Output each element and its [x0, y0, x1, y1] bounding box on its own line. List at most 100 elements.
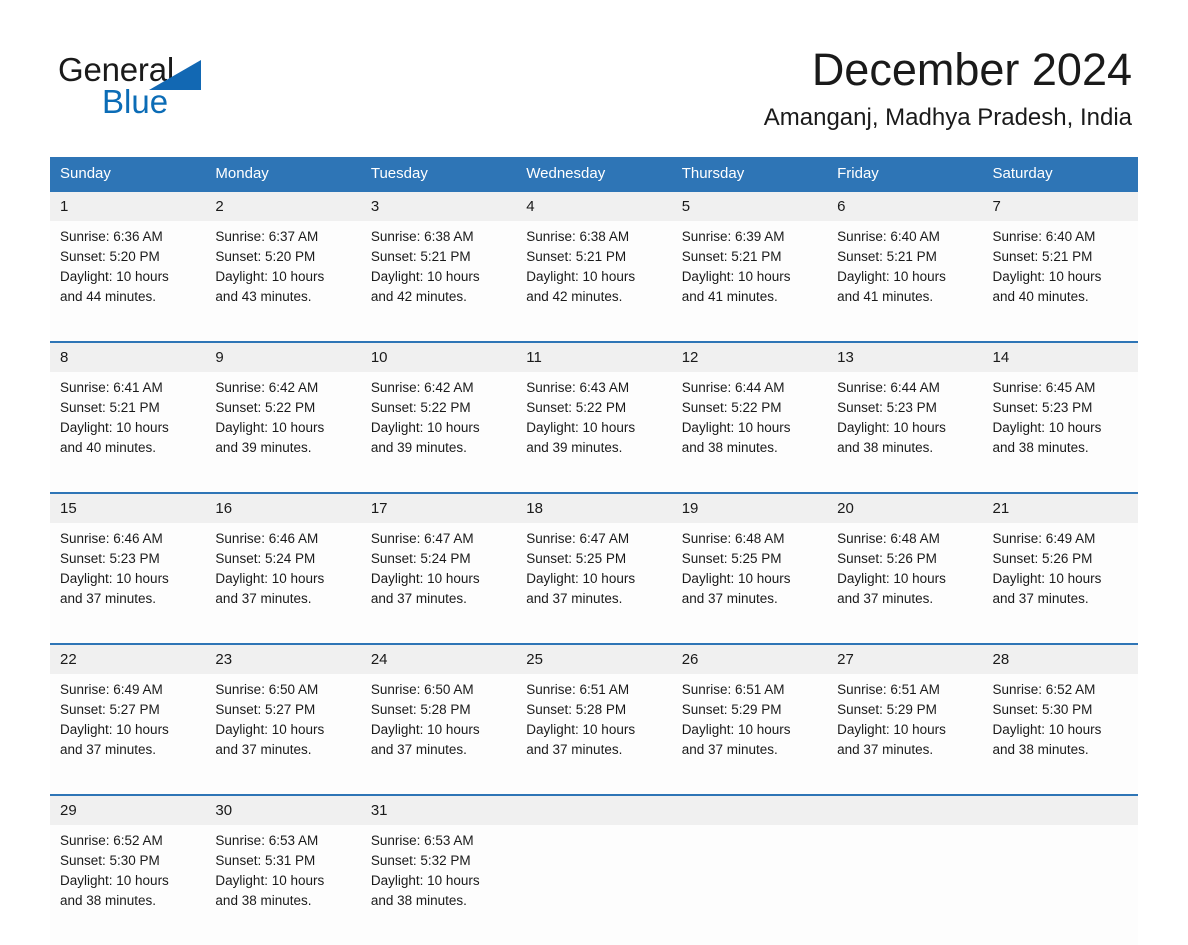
day-details-empty: [827, 825, 983, 945]
day-number[interactable]: 24: [360, 644, 517, 674]
daylight-text-line2: and 37 minutes.: [681, 742, 778, 757]
day-number[interactable]: 28: [982, 644, 1138, 674]
day-details: Sunrise: 6:48 AM Sunset: 5:26 PM Dayligh…: [827, 523, 983, 644]
day-number[interactable]: 11: [516, 342, 672, 372]
sunset-text: Sunset: 5:32 PM: [370, 853, 471, 868]
day-number[interactable]: 31: [360, 795, 517, 825]
sunrise-text: Sunrise: 6:51 AM: [526, 682, 630, 697]
day-number[interactable]: 12: [671, 342, 828, 372]
daylight-text-line1: Daylight: 10 hours: [992, 420, 1102, 435]
day-number[interactable]: 23: [205, 644, 361, 674]
sunset-text: Sunset: 5:25 PM: [681, 551, 782, 566]
day-number[interactable]: 18: [516, 493, 672, 523]
sunset-text: Sunset: 5:22 PM: [370, 400, 471, 415]
day-details: Sunrise: 6:38 AM Sunset: 5:21 PM Dayligh…: [360, 221, 517, 342]
sunrise-text: Sunrise: 6:50 AM: [370, 682, 474, 697]
sunset-text: Sunset: 5:22 PM: [681, 400, 782, 415]
sunrise-text: Sunrise: 6:46 AM: [215, 531, 319, 546]
day-number[interactable]: 13: [827, 342, 983, 372]
daylight-text-line2: and 37 minutes.: [60, 742, 157, 757]
day-details: Sunrise: 6:50 AM Sunset: 5:27 PM Dayligh…: [205, 674, 361, 795]
sunset-text: Sunset: 5:29 PM: [837, 702, 937, 717]
sunset-text: Sunset: 5:24 PM: [370, 551, 471, 566]
location-subtitle: Amanganj, Madhya Pradesh, India: [763, 104, 1132, 131]
day-details: Sunrise: 6:40 AM Sunset: 5:21 PM Dayligh…: [827, 221, 983, 342]
day-number[interactable]: 30: [205, 795, 361, 825]
day-number[interactable]: 16: [205, 493, 361, 523]
daylight-text-line1: Daylight: 10 hours: [526, 571, 636, 586]
sunrise-text: Sunrise: 6:47 AM: [526, 531, 630, 546]
sunrise-text: Sunrise: 6:42 AM: [370, 380, 474, 395]
day-number[interactable]: 4: [516, 191, 672, 221]
daylight-text-line2: and 42 minutes.: [526, 289, 623, 304]
daylight-text-line2: and 37 minutes.: [681, 591, 778, 606]
day-number[interactable]: 7: [982, 191, 1138, 221]
sunset-text: Sunset: 5:21 PM: [681, 249, 782, 264]
day-number[interactable]: 10: [360, 342, 517, 372]
daylight-text-line1: Daylight: 10 hours: [837, 269, 946, 284]
day-number[interactable]: 17: [360, 493, 517, 523]
sunset-text: Sunset: 5:28 PM: [370, 702, 471, 717]
day-number[interactable]: 19: [671, 493, 828, 523]
daylight-text-line2: and 37 minutes.: [215, 591, 312, 606]
daylight-text-line1: Daylight: 10 hours: [370, 571, 480, 586]
week-row-daynumbers: 15 16 17 18 19 20 21: [50, 493, 1138, 523]
daylight-text-line2: and 37 minutes.: [215, 742, 312, 757]
day-number[interactable]: 5: [671, 191, 828, 221]
sunset-text: Sunset: 5:21 PM: [837, 249, 937, 264]
day-number-empty: [827, 795, 983, 825]
sunrise-text: Sunrise: 6:45 AM: [992, 380, 1096, 395]
sunset-text: Sunset: 5:22 PM: [526, 400, 627, 415]
daylight-text-line1: Daylight: 10 hours: [370, 722, 480, 737]
week-row-daynumbers: 22 23 24 25 26 27 28: [50, 644, 1138, 674]
daylight-text-line1: Daylight: 10 hours: [370, 269, 480, 284]
weekday-header-thursday: Thursday: [671, 157, 828, 191]
sunrise-text: Sunrise: 6:53 AM: [215, 833, 319, 848]
day-number[interactable]: 1: [50, 191, 206, 221]
sunrise-text: Sunrise: 6:44 AM: [837, 380, 940, 395]
day-number[interactable]: 21: [982, 493, 1138, 523]
daylight-text-line2: and 38 minutes.: [992, 742, 1089, 757]
day-details: Sunrise: 6:52 AM Sunset: 5:30 PM Dayligh…: [50, 825, 206, 945]
day-number[interactable]: 8: [50, 342, 206, 372]
day-details: Sunrise: 6:48 AM Sunset: 5:25 PM Dayligh…: [671, 523, 828, 644]
general-blue-logo: General Blue: [58, 52, 358, 124]
day-number[interactable]: 3: [360, 191, 517, 221]
sunrise-text: Sunrise: 6:48 AM: [681, 531, 785, 546]
day-number[interactable]: 26: [671, 644, 828, 674]
weekday-header-friday: Friday: [827, 157, 983, 191]
sunset-text: Sunset: 5:27 PM: [215, 702, 316, 717]
daylight-text-line2: and 37 minutes.: [992, 591, 1089, 606]
day-number[interactable]: 15: [50, 493, 206, 523]
daylight-text-line2: and 38 minutes.: [215, 893, 312, 908]
day-details: Sunrise: 6:53 AM Sunset: 5:32 PM Dayligh…: [360, 825, 517, 945]
sunset-text: Sunset: 5:30 PM: [992, 702, 1093, 717]
day-details: Sunrise: 6:49 AM Sunset: 5:26 PM Dayligh…: [982, 523, 1138, 644]
daylight-text-line1: Daylight: 10 hours: [60, 420, 169, 435]
day-number[interactable]: 9: [205, 342, 361, 372]
day-details: Sunrise: 6:44 AM Sunset: 5:23 PM Dayligh…: [827, 372, 983, 493]
day-number[interactable]: 14: [982, 342, 1138, 372]
day-details-empty: [671, 825, 828, 945]
daylight-text-line1: Daylight: 10 hours: [837, 420, 946, 435]
day-number[interactable]: 22: [50, 644, 206, 674]
sunset-text: Sunset: 5:29 PM: [681, 702, 782, 717]
sunrise-sunset-calendar: Sunday Monday Tuesday Wednesday Thursday…: [50, 157, 1138, 945]
daylight-text-line2: and 40 minutes.: [992, 289, 1089, 304]
day-number[interactable]: 27: [827, 644, 983, 674]
day-number[interactable]: 2: [205, 191, 361, 221]
daylight-text-line1: Daylight: 10 hours: [60, 269, 169, 284]
sunrise-text: Sunrise: 6:51 AM: [681, 682, 785, 697]
day-number[interactable]: 6: [827, 191, 983, 221]
day-details: Sunrise: 6:46 AM Sunset: 5:23 PM Dayligh…: [50, 523, 206, 644]
day-number[interactable]: 29: [50, 795, 206, 825]
sunset-text: Sunset: 5:20 PM: [215, 249, 316, 264]
sunrise-text: Sunrise: 6:36 AM: [60, 229, 163, 244]
sunrise-text: Sunrise: 6:49 AM: [60, 682, 163, 697]
day-number[interactable]: 20: [827, 493, 983, 523]
daylight-text-line1: Daylight: 10 hours: [370, 873, 480, 888]
daylight-text-line1: Daylight: 10 hours: [215, 571, 325, 586]
day-number[interactable]: 25: [516, 644, 672, 674]
daylight-text-line2: and 38 minutes.: [837, 440, 934, 455]
daylight-text-line2: and 37 minutes.: [837, 591, 934, 606]
